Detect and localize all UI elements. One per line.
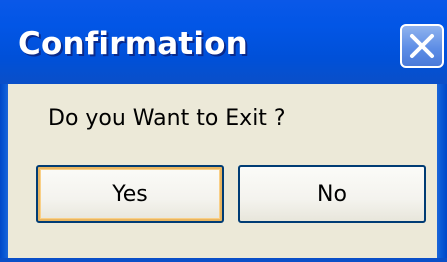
yes-button[interactable]: Yes	[36, 165, 224, 223]
no-button[interactable]: No	[238, 165, 426, 223]
confirmation-dialog: Confirmation Do you Want to Exit ? Yes N…	[0, 0, 447, 262]
window-frame-right	[437, 84, 447, 262]
close-button[interactable]	[400, 24, 444, 68]
title-bar[interactable]: Confirmation	[0, 0, 447, 84]
window-frame-bottom	[0, 258, 447, 262]
close-icon	[410, 34, 434, 58]
window-frame-left	[0, 84, 8, 262]
dialog-title: Confirmation	[18, 26, 248, 62]
dialog-message: Do you Want to Exit ?	[48, 106, 286, 131]
